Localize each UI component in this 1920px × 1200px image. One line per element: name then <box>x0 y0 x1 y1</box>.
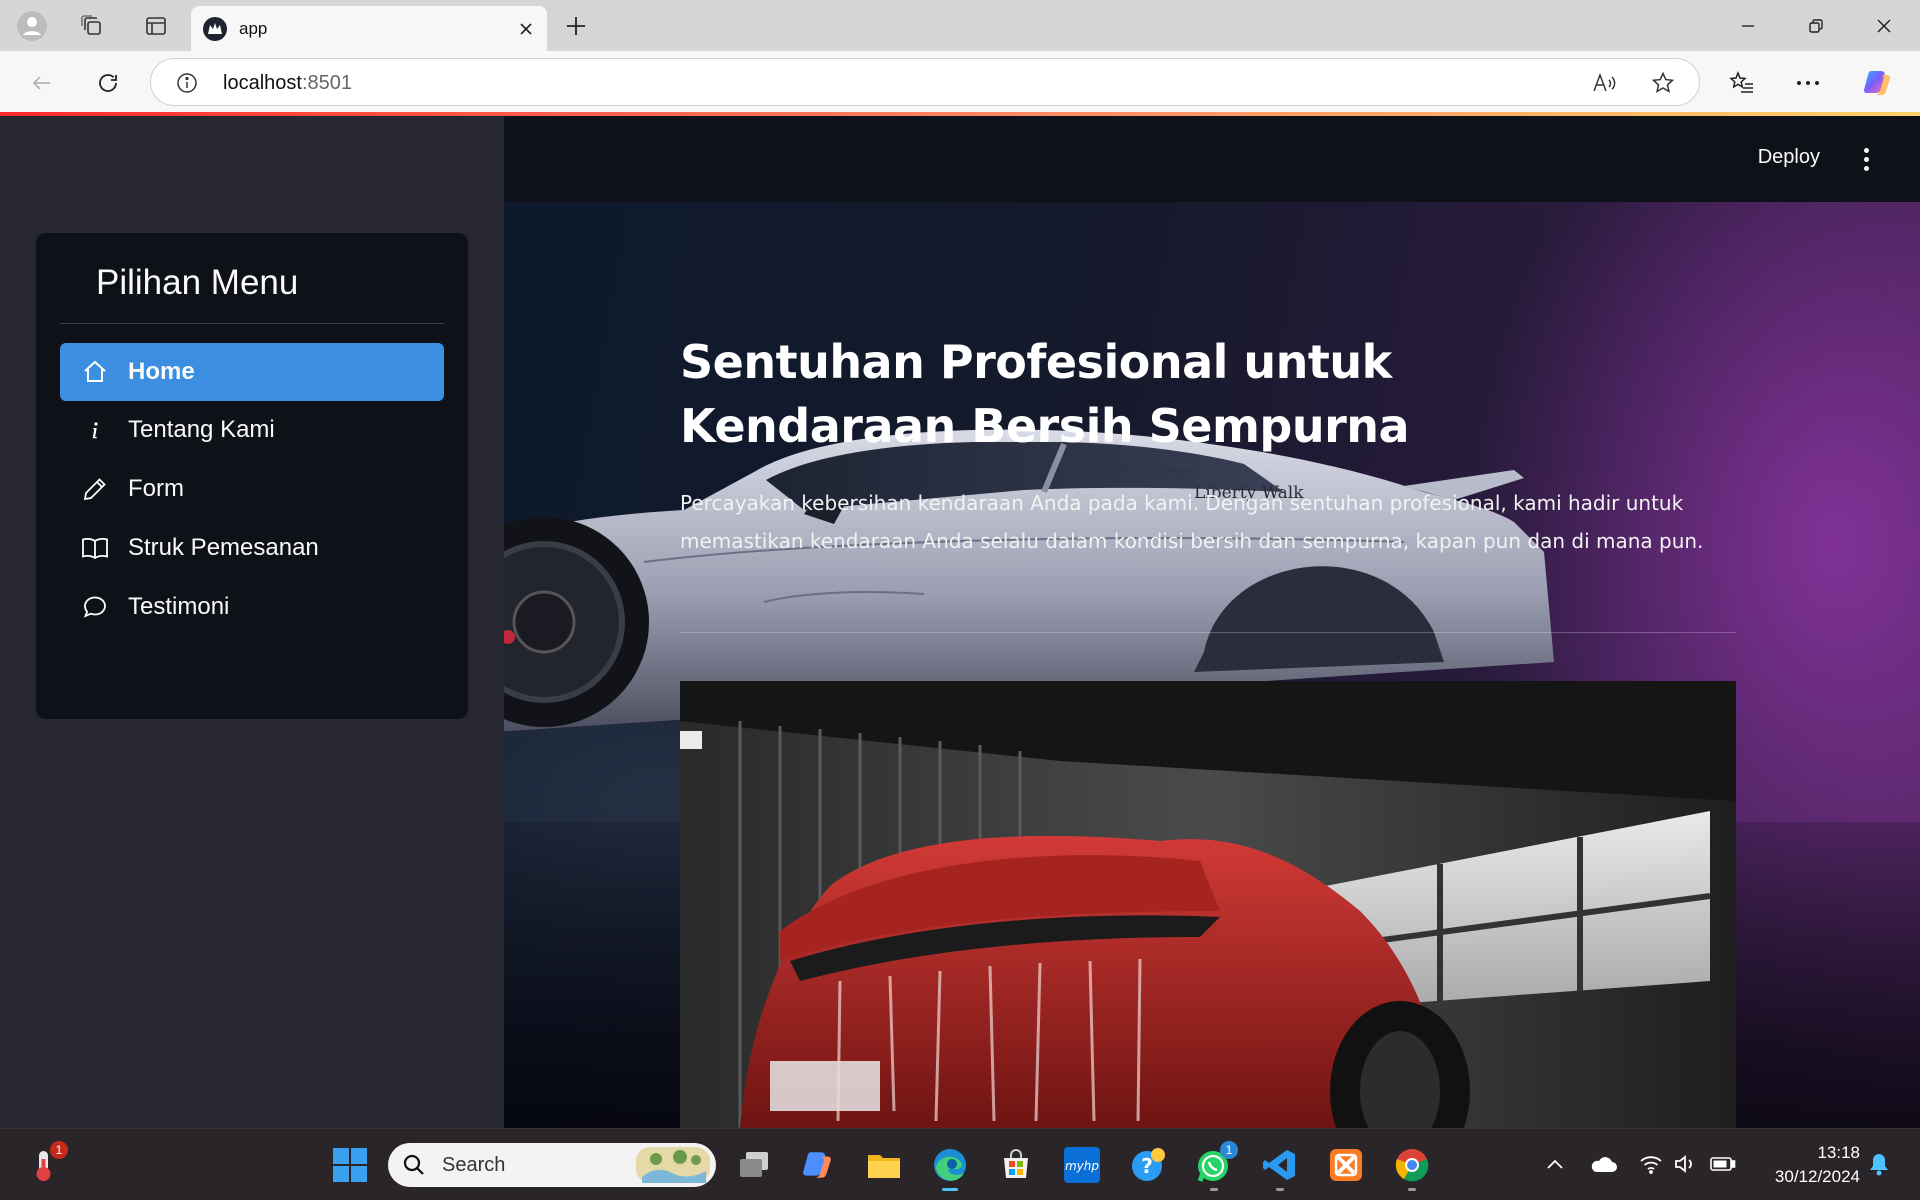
copilot-icon[interactable] <box>1858 63 1898 103</box>
notification-bell-icon[interactable] <box>1864 1149 1894 1179</box>
sidebar: Pilihan Menu Home Tentang Kami Form Stru <box>0 116 504 1128</box>
chrome-running-indicator <box>1408 1188 1416 1191</box>
menu-item-tentang-kami[interactable]: Tentang Kami <box>60 401 444 459</box>
favorites-icon[interactable] <box>1722 63 1762 103</box>
favorite-star-icon[interactable] <box>1649 69 1677 97</box>
get-help-icon[interactable]: ? <box>1124 1141 1172 1189</box>
task-view-icon[interactable] <box>730 1141 778 1189</box>
hero-divider <box>680 632 1736 633</box>
whatsapp-icon[interactable]: 1 <box>1190 1141 1238 1191</box>
menu-item-struk-pemesanan[interactable]: Struk Pemesanan <box>60 519 444 577</box>
option-menu: Pilihan Menu Home Tentang Kami Form Stru <box>36 233 468 719</box>
menu-item-testimoni[interactable]: Testimoni <box>60 578 444 636</box>
menu-item-home[interactable]: Home <box>60 343 444 401</box>
main-content: Deploy SuPerfrezh Liberty Walk Sentuhan … <box>504 116 1920 1128</box>
site-info-icon[interactable] <box>175 71 199 95</box>
close-tab-icon[interactable] <box>511 14 541 44</box>
battery-icon[interactable] <box>1708 1149 1738 1179</box>
browser-toolbar: localhost:8501 <box>0 51 1920 115</box>
new-tab-plus-icon[interactable] <box>558 8 594 44</box>
close-window-icon[interactable] <box>1850 0 1918 51</box>
clock-date: 30/12/2024 <box>1774 1167 1860 1186</box>
chat-icon <box>80 592 110 622</box>
xampp-icon[interactable] <box>1322 1141 1370 1189</box>
tab-app[interactable]: app <box>191 6 547 51</box>
app-header: Deploy <box>504 116 1920 202</box>
main-menu-kebab-icon[interactable] <box>1854 144 1878 174</box>
vscode-running-indicator <box>1276 1188 1284 1191</box>
hero-title: Sentuhan Profesional untuk Kendaraan Ber… <box>680 335 1410 453</box>
menu-item-label: Home <box>128 358 195 385</box>
search-icon <box>403 1154 424 1175</box>
weather-widget-icon[interactable]: 1 <box>20 1141 68 1189</box>
hero-description: Percayakan kebersihan kendaraan Anda pad… <box>680 491 1704 553</box>
tab-actions-icon[interactable] <box>138 8 174 44</box>
onedrive-cloud-icon[interactable] <box>1588 1149 1618 1179</box>
url-port: :8501 <box>301 72 352 94</box>
car-wash-photo <box>680 681 1736 1128</box>
address-bar[interactable]: localhost:8501 <box>150 58 1700 106</box>
browser-tab-bar: app <box>0 0 1920 51</box>
vscode-icon[interactable] <box>1256 1141 1304 1191</box>
back-arrow-icon[interactable] <box>22 63 62 103</box>
clock-time: 13:18 <box>1817 1143 1860 1162</box>
wifi-icon[interactable] <box>1636 1149 1666 1179</box>
myhp-label: myhp <box>1065 1159 1099 1173</box>
taskbar-search-box[interactable]: Search <box>388 1143 716 1187</box>
hero-section: SuPerfrezh Liberty Walk Sentuhan Profesi… <box>504 202 1920 1128</box>
file-explorer-icon[interactable] <box>860 1141 908 1189</box>
deploy-button[interactable]: Deploy <box>1758 146 1820 169</box>
svg-text:?: ? <box>1141 1154 1153 1178</box>
show-hidden-icons-chevron-icon[interactable] <box>1540 1149 1570 1179</box>
tab-title: app <box>239 18 268 38</box>
profile-icon[interactable] <box>14 8 50 44</box>
minimize-icon[interactable] <box>1714 0 1782 51</box>
menu-item-form[interactable]: Form <box>60 460 444 518</box>
microsoft-store-icon[interactable] <box>992 1141 1040 1189</box>
myhp-icon[interactable]: myhp <box>1058 1141 1106 1189</box>
chrome-icon[interactable] <box>1388 1141 1436 1191</box>
menu-title: Pilihan Menu <box>96 263 299 302</box>
restore-icon[interactable] <box>1782 0 1850 51</box>
weather-badge: 1 <box>50 1141 68 1159</box>
menu-item-label: Tentang Kami <box>128 416 275 443</box>
info-icon <box>80 415 110 445</box>
book-icon <box>80 533 110 563</box>
url-text: localhost:8501 <box>223 72 352 95</box>
refresh-icon[interactable] <box>88 63 128 103</box>
menu-divider <box>60 323 444 324</box>
edge-browser-icon[interactable] <box>926 1141 974 1191</box>
volume-icon[interactable] <box>1670 1149 1700 1179</box>
car-decal-superfrezh: SuPerfrezh <box>1124 465 1194 480</box>
menu-item-label: Form <box>128 475 184 502</box>
more-options-icon[interactable] <box>1788 63 1828 103</box>
edge-running-indicator <box>942 1188 958 1191</box>
read-aloud-icon[interactable] <box>1591 69 1619 97</box>
search-placeholder: Search <box>442 1154 506 1176</box>
start-button-icon[interactable] <box>326 1141 374 1189</box>
menu-item-label: Struk Pemesanan <box>128 534 319 561</box>
taskbar-clock[interactable]: 13:18 30/12/2024 <box>1750 1141 1860 1189</box>
workspaces-icon[interactable] <box>74 8 110 44</box>
windows-taskbar: 1 Search myhp ? 1 13:18 30/12/2024 <box>0 1128 1920 1200</box>
search-highlight-icon <box>636 1147 710 1183</box>
whatsapp-badge: 1 <box>1220 1141 1238 1159</box>
pencil-icon <box>80 474 110 504</box>
copilot-taskbar-icon[interactable] <box>794 1141 842 1189</box>
url-host: localhost <box>223 72 302 94</box>
streamlit-favicon-icon <box>203 16 227 41</box>
whatsapp-running-indicator <box>1210 1188 1218 1191</box>
menu-item-label: Testimoni <box>128 593 230 620</box>
house-icon <box>80 357 110 387</box>
